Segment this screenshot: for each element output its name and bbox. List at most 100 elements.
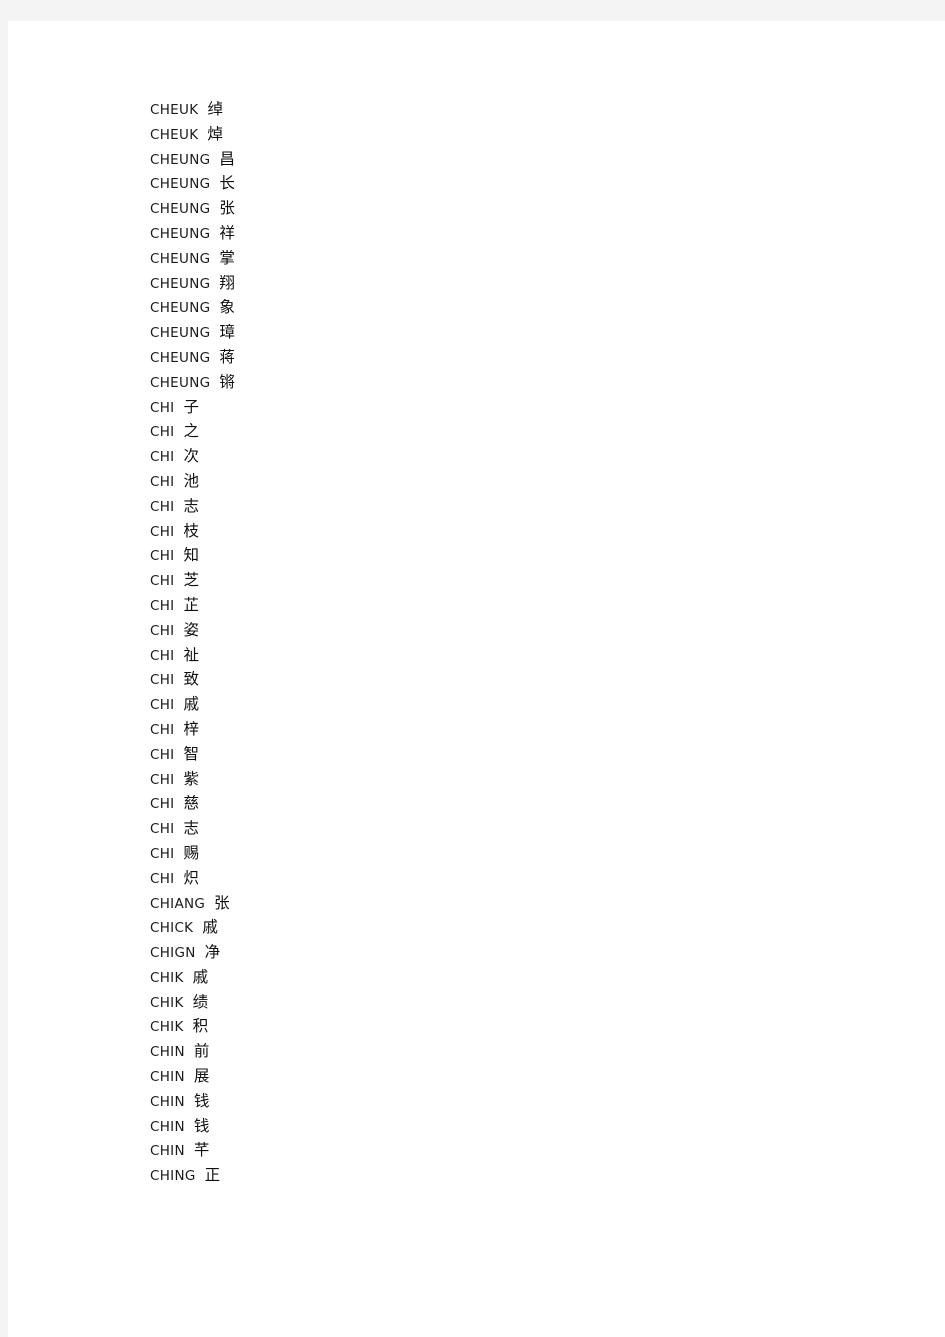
entry-hanzi: 芝	[183, 571, 199, 590]
entry-romanization: CHI	[150, 399, 175, 416]
entry-hanzi: 戚	[202, 918, 218, 937]
entry-romanization: CHIN	[150, 1118, 185, 1135]
entry-hanzi: 智	[183, 744, 199, 763]
entry-romanization: CHI	[150, 746, 175, 763]
entry-romanization: CHI	[150, 672, 175, 689]
entry-romanization: CHEUNG	[150, 176, 211, 193]
document-page: CHEUK 绰 CHEUK 焯 CHEUNG 昌 CHEUNG 长 CHEUNG 张 CHEUNG 祥…	[8, 21, 945, 1337]
entry-romanization: CHIN	[150, 1143, 185, 1160]
list-item: CHEUNG 昌	[150, 147, 850, 172]
entry-romanization: CHEUK	[150, 102, 199, 118]
entry-romanization: CHI	[150, 424, 175, 441]
list-item: CHIN 芊	[150, 1138, 850, 1163]
entry-hanzi: 钱	[193, 1091, 210, 1110]
list-item: CHEUNG 璋	[150, 320, 850, 345]
entry-romanization: CHIN	[150, 1093, 185, 1110]
entry-hanzi: 池	[183, 471, 199, 490]
list-item: CHI 志	[150, 494, 850, 519]
list-item: CHIANG 张	[150, 891, 850, 916]
list-item: CHEUNG 张	[150, 196, 850, 221]
entry-hanzi: 蒋	[219, 347, 235, 366]
entry-romanization: CHEUNG	[150, 151, 211, 168]
entry-romanization: CHEUK	[150, 126, 199, 143]
list-item: CHEUK 绰	[150, 97, 850, 122]
entry-hanzi: 次	[183, 447, 199, 466]
entry-hanzi: 志	[183, 819, 199, 838]
entry-romanization: CHIN	[150, 1069, 185, 1086]
entry-romanization: CHEUNG	[150, 225, 211, 242]
entry-hanzi: 志	[183, 496, 199, 515]
list-item: CHEUNG 掌	[150, 246, 850, 271]
entry-romanization: CHI	[150, 771, 175, 788]
entry-hanzi: 展	[193, 1067, 210, 1086]
entry-hanzi: 姿	[183, 620, 199, 639]
list-item: CHI 祉	[150, 643, 850, 668]
entry-romanization: CHEUNG	[150, 349, 211, 366]
entry-hanzi: 知	[183, 546, 199, 565]
list-item: CHI 致	[150, 667, 850, 692]
list-item: CHIK 积	[150, 1014, 850, 1039]
entry-romanization: CHIK	[150, 969, 184, 986]
entry-hanzi: 正	[204, 1166, 221, 1185]
entry-hanzi: 芷	[183, 595, 199, 614]
entry-hanzi: 祥	[219, 223, 235, 242]
entry-romanization: CHI	[150, 523, 175, 540]
entry-romanization: CHIANG	[150, 895, 206, 912]
list-item: CHI 芝	[150, 568, 850, 593]
entry-romanization: CHEUNG	[150, 250, 211, 267]
entry-hanzi: 积	[192, 1017, 209, 1036]
list-item: CHIN 展	[150, 1064, 850, 1089]
entry-romanization: CHI	[150, 870, 175, 887]
entry-hanzi: 昌	[219, 149, 235, 168]
entry-romanization: CHING	[150, 1168, 196, 1185]
list-item: CHI 志	[150, 816, 850, 841]
entry-romanization: CHI	[150, 473, 175, 490]
entry-romanization: CHI	[150, 597, 175, 614]
list-item: CHI 梓	[150, 717, 850, 742]
entry-romanization: CHIK	[150, 994, 184, 1011]
entry-hanzi: 子	[183, 397, 199, 416]
entry-hanzi: 张	[219, 199, 235, 218]
entry-hanzi: 戚	[183, 695, 199, 714]
entry-romanization: CHI	[150, 796, 175, 813]
list-item: CHI 姿	[150, 618, 850, 643]
entry-romanization: CHICK	[150, 920, 194, 937]
entry-hanzi: 张	[214, 893, 230, 912]
entry-romanization: CHEUNG	[150, 325, 211, 342]
list-item: CHEUNG 祥	[150, 221, 850, 246]
entry-romanization: CHI	[150, 622, 175, 639]
entry-romanization: CHI	[150, 449, 175, 466]
entry-romanization: CHI	[150, 845, 175, 862]
entry-hanzi: 戚	[192, 967, 209, 986]
entry-romanization: CHIGN	[150, 945, 196, 962]
entry-hanzi: 净	[204, 943, 221, 962]
entry-hanzi: 长	[219, 174, 235, 193]
entry-hanzi: 翔	[219, 273, 235, 292]
entry-hanzi: 绰	[207, 100, 223, 118]
entry-romanization: CHI	[150, 548, 175, 565]
list-item: CHI 戚	[150, 692, 850, 717]
list-item: CHEUNG 象	[150, 295, 850, 320]
list-item: CHEUNG 长	[150, 171, 850, 196]
entry-romanization: CHIK	[150, 1019, 184, 1036]
list-item: CHI 次	[150, 444, 850, 469]
entry-hanzi: 梓	[183, 719, 199, 738]
list-item: CHI 紫	[150, 767, 850, 792]
list-item: CHI 池	[150, 469, 850, 494]
entry-hanzi: 掌	[219, 248, 235, 267]
list-item: CHIN 钱	[150, 1114, 850, 1139]
entry-romanization: CHEUNG	[150, 201, 211, 218]
entry-romanization: CHI	[150, 697, 175, 714]
list-item: CHI 炽	[150, 866, 850, 891]
entry-hanzi: 紫	[183, 769, 199, 788]
list-item: CHING 正	[150, 1163, 850, 1188]
entry-hanzi: 之	[183, 422, 199, 441]
entry-romanization: CHEUNG	[150, 275, 211, 292]
entry-hanzi: 璋	[219, 323, 235, 342]
list-item: CHIK 戚	[150, 965, 850, 990]
entry-hanzi: 枝	[183, 521, 199, 540]
entry-hanzi: 芊	[193, 1141, 210, 1160]
list-item: CHI 智	[150, 742, 850, 767]
list-item: CHI 子	[150, 395, 850, 420]
entry-hanzi: 钱	[193, 1116, 210, 1135]
